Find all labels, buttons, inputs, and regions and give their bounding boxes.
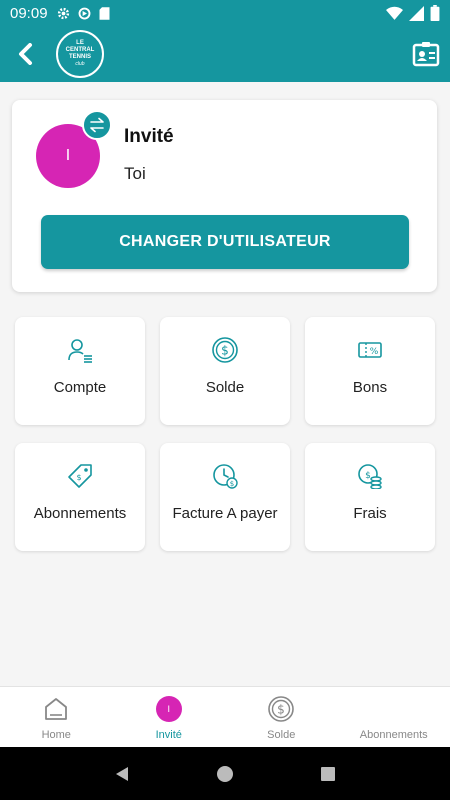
home-circle-icon[interactable] <box>216 765 234 783</box>
dollar-coin-icon: $ <box>212 337 238 363</box>
nav-label-home: Home <box>41 729 71 741</box>
svg-text:$: $ <box>277 703 285 717</box>
invoice-clock-icon: $ <box>213 464 238 489</box>
tile-label: Facture A payer <box>172 505 278 522</box>
club-logo: LE CENTRAL TENNIS club <box>56 30 104 78</box>
logo-line-2: CENTRAL <box>65 47 95 53</box>
user-name: Invité <box>124 126 174 147</box>
tile-label: Abonnements <box>33 505 127 522</box>
swap-user-badge[interactable] <box>82 110 112 140</box>
user-subtitle: Toi <box>124 164 146 183</box>
chevron-left-icon <box>19 43 32 65</box>
tile-solde[interactable]: $ Solde <box>160 317 290 425</box>
home-icon <box>45 698 68 720</box>
status-system-icons <box>386 5 440 21</box>
user-list-icon <box>68 339 92 363</box>
swap-arrows-icon <box>90 117 104 133</box>
signal-icon <box>409 5 424 21</box>
tile-label: Solde <box>205 379 245 396</box>
tile-abonnements[interactable]: $ Abonnements <box>15 443 145 551</box>
status-bar: 09:09 <box>0 0 450 26</box>
voucher-icon: % <box>358 342 382 358</box>
bottom-nav: Home I Invité $ Solde Abonnements <box>0 686 450 747</box>
back-button[interactable] <box>0 26 50 82</box>
price-tag-icon: $ <box>68 464 92 488</box>
logo-line-3: TENNIS <box>68 54 91 60</box>
tile-label: Compte <box>53 379 107 396</box>
nav-abonnements[interactable]: Abonnements <box>338 687 450 747</box>
nav-label-solde: Solde <box>267 729 296 741</box>
battery-icon <box>430 5 440 21</box>
tile-label: Frais <box>353 505 387 522</box>
switch-user-button[interactable]: CHANGER D'UTILISATEUR <box>41 215 409 269</box>
avatar-icon: I <box>155 696 182 722</box>
nav-label-invite: Invité <box>155 729 182 741</box>
logo-line-1: LE <box>76 40 84 46</box>
settings-gear-icon <box>57 7 69 19</box>
tile-frais[interactable]: $ Frais <box>305 443 435 551</box>
dollar-coin-icon: $ <box>268 696 295 722</box>
logo-line-4: club <box>75 61 85 67</box>
user-card: I Invité Toi CHANGER D'UTILISATEUR <box>12 100 437 292</box>
app-bar: LE CENTRAL TENNIS club <box>0 26 450 82</box>
system-navigation-bar <box>0 747 450 800</box>
nav-solde[interactable]: $ Solde <box>225 687 338 747</box>
svg-text:$: $ <box>76 473 81 482</box>
svg-text:$: $ <box>365 471 371 481</box>
recents-square-icon[interactable] <box>319 765 337 783</box>
member-card-button[interactable] <box>412 40 440 68</box>
nav-invite[interactable]: I Invité <box>113 687 226 747</box>
svg-text:%: % <box>370 347 379 357</box>
svg-text:$: $ <box>221 344 229 358</box>
wifi-icon <box>386 6 403 20</box>
svg-text:$: $ <box>230 480 234 488</box>
id-card-icon <box>412 42 440 67</box>
nav-label-abonnements: Abonnements <box>359 729 428 741</box>
status-time: 09:09 <box>10 4 48 22</box>
data-saver-icon <box>78 7 90 19</box>
sd-card-icon <box>99 6 110 20</box>
tile-compte[interactable]: Compte <box>15 317 145 425</box>
tile-bons[interactable]: % Bons <box>305 317 435 425</box>
nav-home[interactable]: Home <box>0 687 113 747</box>
tile-facture[interactable]: $ Facture A payer <box>160 443 290 551</box>
coins-icon: $ <box>358 464 382 489</box>
status-notification-icons <box>56 6 111 21</box>
tile-label: Bons <box>352 379 388 396</box>
back-triangle-icon[interactable] <box>113 765 131 783</box>
